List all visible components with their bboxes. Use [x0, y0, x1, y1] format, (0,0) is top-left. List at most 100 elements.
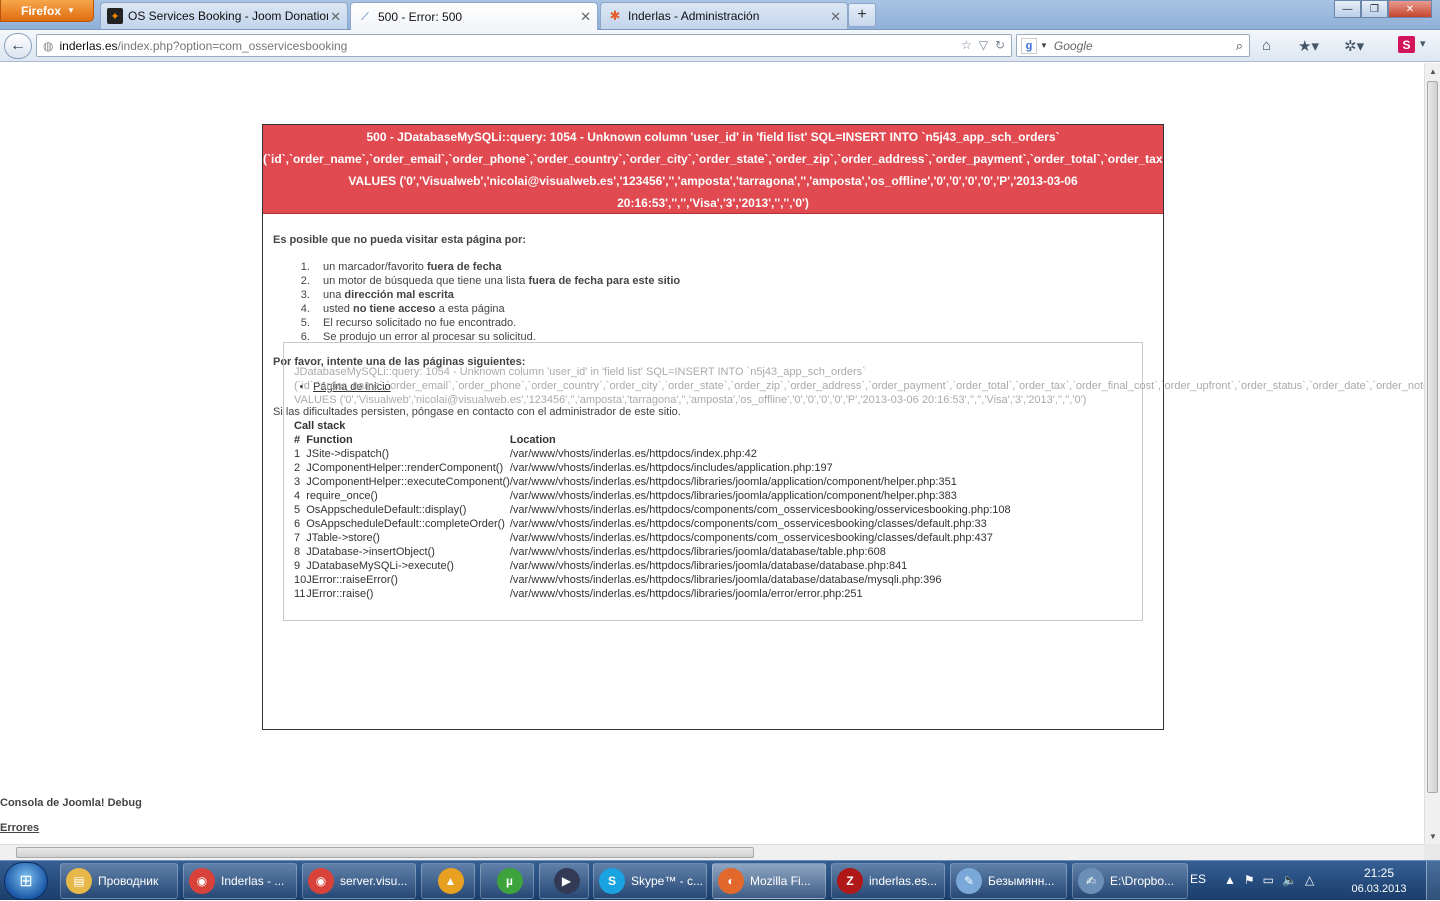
stack-number: 3	[294, 476, 301, 488]
stack-location: /var/www/vhosts/inderlas.es/httpdocs/lib…	[509, 546, 886, 558]
taskbar-button-label: E:\Dropbo...	[1110, 874, 1175, 888]
table-row: 3 JComponentHelper::executeComponent()/va…	[294, 475, 1011, 489]
debug-console-title: Consola de Joomla! Debug	[0, 797, 142, 809]
menu-dropdown-icon[interactable]: ▾	[1420, 37, 1426, 50]
reason-emphasis: fuera de fecha	[426, 261, 502, 273]
table-row: 1 JSite->dispatch() /var/www/vhosts/inderl…	[294, 447, 1011, 461]
close-window-button[interactable]: ✕	[1388, 0, 1432, 18]
taskbar-button-explorer[interactable]: ▤ Проводник	[60, 863, 178, 899]
skype-icon: S	[599, 868, 625, 894]
horizontal-scrollbar[interactable]	[0, 844, 1424, 860]
stack-location: /var/www/vhosts/inderlas.es/httpdocs/lib…	[509, 574, 942, 586]
taskbar-button-chrome[interactable]: ◉ server.visu...	[302, 863, 416, 899]
stack-location: /var/www/vhosts/inderlas.es/httpdocs/lib…	[509, 560, 908, 572]
taskbar-button-aimp[interactable]: ▲	[421, 863, 475, 899]
stack-location: /var/www/vhosts/inderlas.es/httpdocs/lib…	[509, 490, 957, 502]
url-path: /index.php?option=com_osservicesbooking	[117, 38, 348, 53]
tab-inderlas-admin[interactable]: ✱ Inderlas - Administración ✕	[600, 2, 848, 29]
stack-location: /var/www/vhosts/inderlas.es/httpdocs/com…	[509, 518, 987, 530]
flag-icon[interactable]: ⚑	[1244, 873, 1255, 887]
history-dropdown-icon[interactable]: ▽	[979, 38, 988, 52]
reason-text: un motor de búsqueda que tiene una lista	[323, 275, 529, 287]
taskbar-button-firefox[interactable]: ◐ Mozilla Fi...	[712, 863, 826, 899]
detail-line: JDatabaseMySQLi::query: 1054 - Unknown c…	[294, 366, 866, 378]
stack-number: 4	[294, 490, 301, 502]
close-tab-icon[interactable]: ✕	[580, 9, 591, 25]
google-drive-icon[interactable]: △	[1305, 873, 1314, 887]
stack-function: JError::raise()	[306, 588, 374, 600]
reason-emphasis: fuera de fecha para este sitio	[528, 275, 681, 287]
vertical-scrollbar[interactable]: ▲ ▼	[1424, 63, 1440, 844]
minimize-button[interactable]: —	[1334, 0, 1361, 18]
maximize-button[interactable]: ❐	[1361, 0, 1388, 18]
taskbar-button-filezilla[interactable]: Zinderlas.es...	[831, 863, 945, 899]
chrome-icon: ◉	[308, 868, 334, 894]
reason-item: un motor de búsqueda que tiene una lista…	[313, 274, 1153, 288]
start-button[interactable]: ⊞	[4, 862, 48, 900]
clock-time[interactable]: 21:25	[1344, 866, 1414, 880]
debug-errors-link[interactable]: Errores	[0, 822, 39, 834]
taskbar-button-paint[interactable]: ✎ Безымянн...	[950, 863, 1067, 899]
tab-error-500[interactable]: ⟋ 500 - Error: 500 ✕	[350, 2, 598, 31]
close-tab-icon[interactable]: ✕	[830, 9, 841, 25]
scroll-thumb[interactable]	[1427, 81, 1438, 793]
clock-date[interactable]: 06.03.2013	[1344, 883, 1414, 895]
tab-label: OS Services Booking - Joom Donation	[128, 9, 328, 23]
back-button[interactable]: ←	[4, 33, 32, 59]
search-placeholder: Google	[1053, 38, 1093, 53]
show-hidden-icon[interactable]: ▲	[1224, 873, 1236, 887]
addon-icon[interactable]: ✲▾	[1344, 37, 1364, 55]
video-editor-icon: ▶	[553, 868, 580, 894]
taskbar-button-notepad[interactable]: ✍ E:\Dropbo...	[1072, 863, 1188, 899]
scroll-up-icon[interactable]: ▲	[1425, 63, 1440, 79]
reason-text: El recurso solicitado no fue encontrado.	[323, 317, 517, 329]
taskbar-button-label: Проводник	[98, 874, 159, 888]
reason-emphasis: dirección mal escrita	[344, 289, 454, 301]
scroll-thumb[interactable]	[16, 847, 754, 858]
taskbar-button-video-editor[interactable]: ▶	[539, 863, 589, 899]
taskbar-button-label: Mozilla Fi...	[750, 874, 811, 888]
url-bar[interactable]: ◍ inderlas.es/index.php?option=com_osser…	[36, 34, 1012, 57]
tab-os-services-booking[interactable]: ✦ OS Services Booking - Joom Donation ✕	[100, 2, 348, 29]
url-host: inderlas.es	[59, 38, 118, 53]
stack-function: OsAppscheduleDefault::completeOrder()	[306, 518, 505, 530]
taskbar: ⊞ ▤ Проводник ◉ Inderlas - ... ◉ server.visu.…	[0, 860, 1440, 901]
error-header: 500 - JDatabaseMySQLi::query: 1054 - Unk…	[263, 125, 1163, 214]
stack-function: JComponentHelper::renderComponent()	[306, 462, 504, 474]
show-desktop-button[interactable]	[1426, 861, 1440, 901]
table-row: 2 JComponentHelper::renderComponent() /var…	[294, 461, 1011, 475]
search-bar[interactable]: g ▼ Google ⌕	[1016, 34, 1250, 57]
bookmark-star-icon[interactable]: ☆	[961, 38, 972, 52]
search-engine-dropdown-icon[interactable]: ▼	[1040, 41, 1048, 50]
bookmarks-icon[interactable]: ★▾	[1298, 37, 1319, 55]
stack-function: JSite->dispatch()	[306, 448, 390, 460]
reason-text: usted	[323, 303, 353, 315]
speaker-icon[interactable]: 🔈	[1282, 873, 1297, 887]
taskbar-button-utorrent[interactable]: µ	[480, 863, 534, 899]
taskbar-button-skype[interactable]: S Skype™ - c...	[593, 863, 707, 899]
table-header-row: # Function Location	[294, 433, 1011, 447]
call-stack: Call stack # Function Location 1 JSite->d…	[294, 419, 1132, 601]
tray-icons: ▲ ⚑ ▭ 🔈 △	[1224, 873, 1314, 887]
google-icon[interactable]: g	[1021, 37, 1037, 54]
network-icon[interactable]: ▭	[1263, 873, 1274, 887]
scroll-down-icon[interactable]: ▼	[1425, 828, 1440, 844]
close-tab-icon[interactable]: ✕	[330, 9, 341, 25]
stack-number: 2	[294, 462, 301, 474]
language-indicator[interactable]: ES	[1190, 872, 1206, 886]
dropdown-arrow-icon: ▼	[67, 6, 75, 15]
addon-s-icon[interactable]: S	[1398, 36, 1415, 53]
taskbar-button-label: inderlas.es...	[869, 874, 938, 888]
call-stack-title: Call stack	[294, 420, 346, 432]
reload-icon[interactable]: ↻	[995, 38, 1005, 52]
new-tab-button[interactable]: +	[848, 3, 876, 27]
reason-item: El recurso solicitado no fue encontrado.	[313, 316, 1153, 330]
table-row: 7 JTable->store() /var/www/vhosts/inderlas…	[294, 531, 1011, 545]
filezilla-icon: Z	[837, 868, 863, 894]
search-icon[interactable]: ⌕	[1236, 38, 1243, 54]
stack-function: OsAppscheduleDefault::display()	[306, 504, 467, 516]
firefox-menu-button[interactable]: Firefox ▼	[0, 0, 94, 22]
call-stack-table: # Function Location 1 JSite->dispatch() /v…	[294, 433, 1011, 601]
home-icon[interactable]: ⌂	[1262, 37, 1271, 54]
taskbar-button-chrome[interactable]: ◉ Inderlas - ...	[183, 863, 297, 899]
